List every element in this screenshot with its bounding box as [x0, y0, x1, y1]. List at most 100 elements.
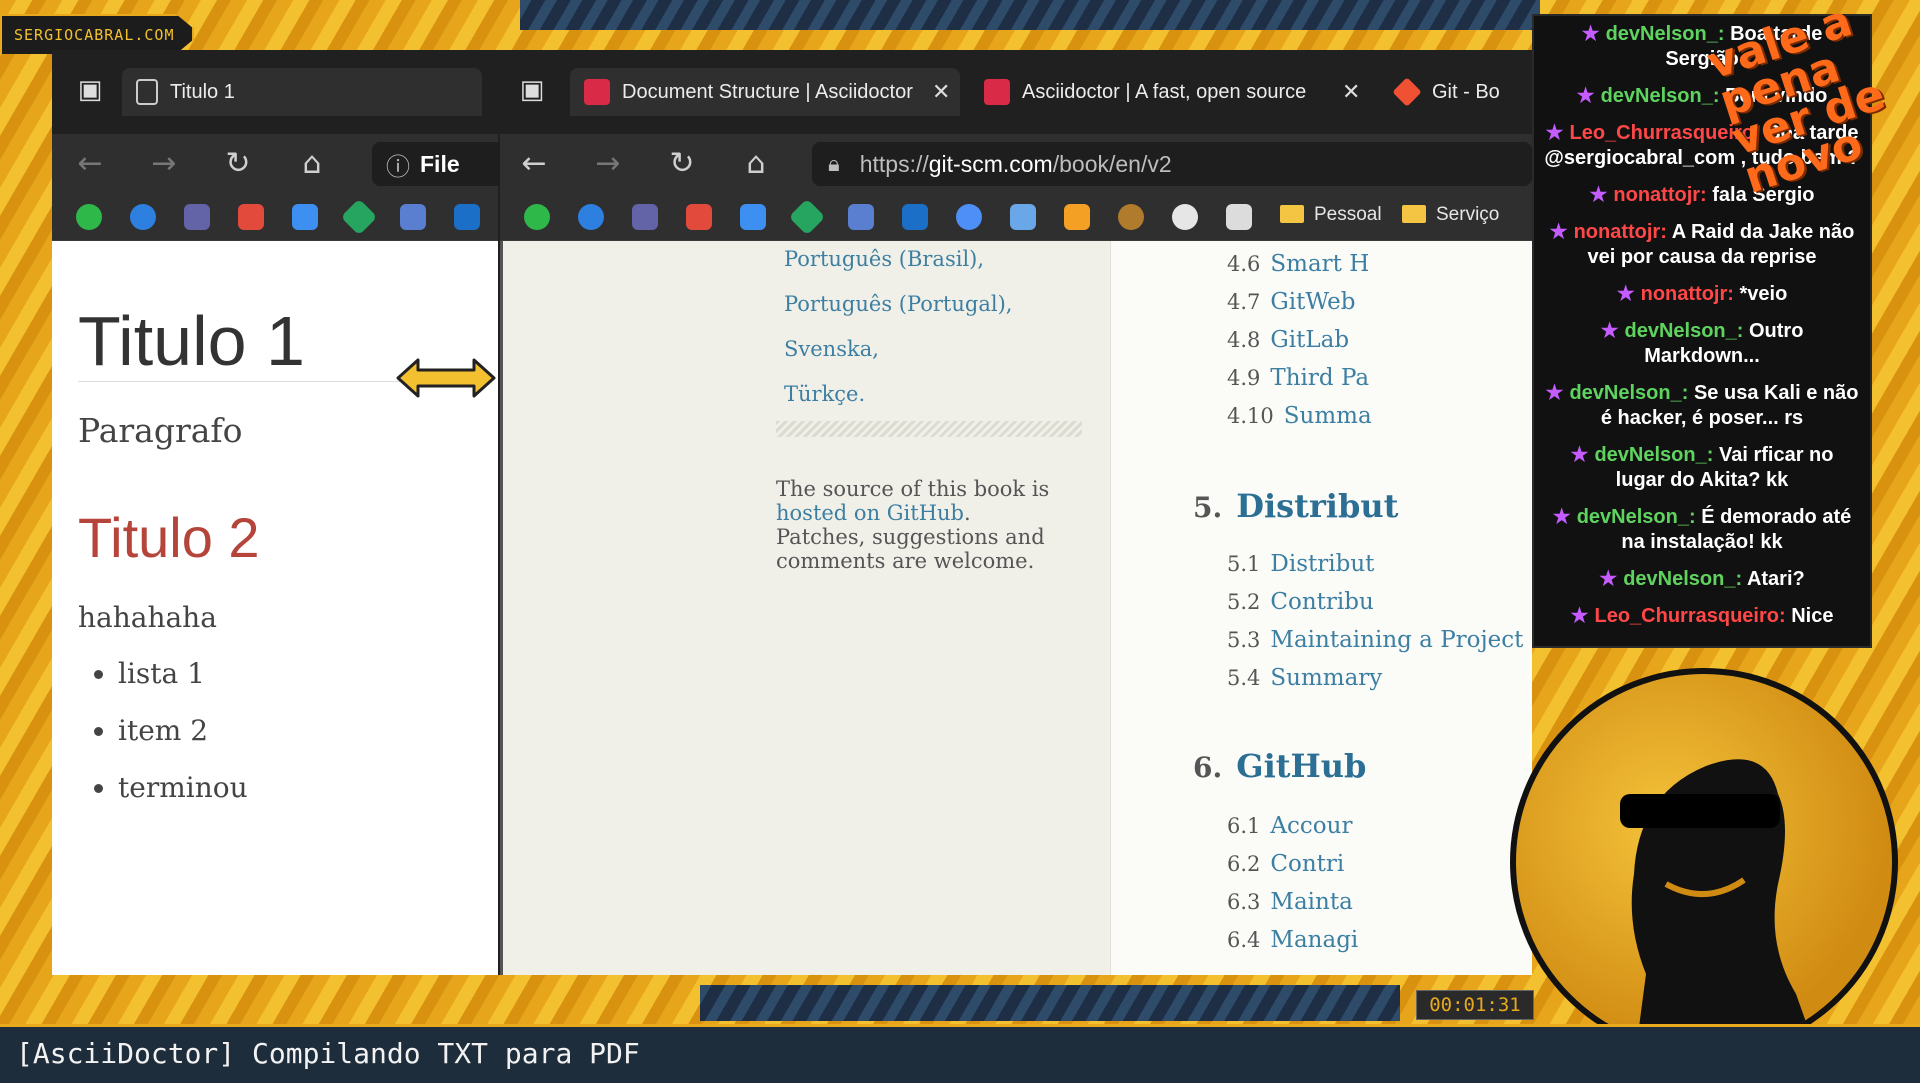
chat-text: Atari? [1746, 568, 1805, 590]
source-line2: Patches, suggestions and comments are we… [776, 525, 1045, 573]
url-scheme: https:// [859, 150, 929, 177]
toc-item[interactable]: 6.4 Managi [1227, 927, 1358, 953]
site-tag-text: SERGIOCABRAL.COM [14, 26, 175, 44]
outlook-icon[interactable] [454, 204, 480, 230]
toc-item[interactable]: 6.2 Contri [1227, 851, 1344, 877]
tab-actions-icon[interactable]: ▣ [514, 74, 550, 106]
tab-document-structure[interactable]: Document Structure | Asciidoctor ✕ [570, 68, 960, 116]
reload-icon[interactable]: ↻ [220, 146, 256, 182]
feedly-icon[interactable] [340, 198, 378, 236]
close-icon[interactable]: ✕ [1342, 79, 1360, 105]
back-icon[interactable]: ← [72, 146, 108, 182]
document-icon [136, 79, 158, 105]
store-icon[interactable] [1010, 204, 1036, 230]
left-nav-bar: ← → ↻ ⌂ ⓘ File [52, 134, 512, 194]
toc-item[interactable]: 6.3 Mainta [1227, 889, 1353, 915]
chat-user: nonattojr: [1573, 221, 1667, 243]
bubble-icon[interactable] [956, 204, 982, 230]
left-browser-window: ▣ Titulo 1 ← → ↻ ⌂ ⓘ File Titulo 1 Parag… [52, 50, 512, 975]
chat-message: ★ nonattojr: A Raid da Jake não vei por c… [1534, 214, 1870, 276]
star-icon: ★ [1599, 568, 1618, 590]
tab-git-book[interactable]: Git - Bo [1380, 68, 1532, 116]
chat-message: ★ Leo_Churrasqueiro: Nice [1534, 598, 1870, 635]
extension-icon[interactable] [1118, 204, 1144, 230]
address-bar[interactable]: ⓘ File [372, 142, 512, 186]
chat-message: ★ devNelson_: Atari? [1534, 561, 1870, 598]
bookmark-folder-servicos[interactable]: Serviço [1402, 204, 1499, 226]
feedly-icon[interactable] [788, 198, 826, 236]
chat-text: Nice [1791, 605, 1834, 627]
close-icon[interactable]: ✕ [932, 79, 950, 105]
jw-icon[interactable] [1064, 204, 1090, 230]
asciidoctor-icon [584, 79, 610, 105]
bookmark-folder-pessoal[interactable]: Pessoal [1280, 204, 1382, 226]
chat-message: ★ devNelson_: Se usa Kali e não é hacker,… [1534, 375, 1870, 437]
toc-item[interactable]: 4.9 Third Pa [1227, 365, 1369, 391]
lock-icon: 🔒︎ [828, 151, 840, 176]
window-split-divider[interactable] [500, 241, 503, 975]
toc-item[interactable]: 4.6 Smart H [1227, 251, 1369, 277]
tab-titulo[interactable]: Titulo 1 [122, 68, 482, 116]
folder-icon [1402, 205, 1426, 223]
toc-item[interactable]: 4.8 GitLab [1227, 327, 1349, 353]
toc-item[interactable]: 5.2 Contribu [1227, 589, 1374, 615]
toc-chapter-6[interactable]: 6. GitHub [1193, 747, 1366, 785]
toc-item[interactable]: 5.4 Summary [1227, 665, 1382, 691]
source-note: The source of this book is hosted on Git… [776, 477, 1076, 573]
git-icon [1392, 77, 1422, 107]
chat-message: ★ devNelson_: Outro Markdown... [1534, 313, 1870, 375]
outlook-icon[interactable] [902, 204, 928, 230]
toc-chapter-5[interactable]: 5. Distribut [1193, 487, 1398, 525]
address-bar[interactable]: 🔒︎ https://git-scm.com/book/en/v2 [812, 142, 1532, 186]
git-book-page: Português (Brasil), Português (Portugal)… [500, 241, 1532, 975]
tab-actions-icon[interactable]: ▣ [72, 74, 108, 106]
star-icon: ★ [1581, 23, 1600, 45]
home-icon[interactable]: ⌂ [738, 146, 774, 182]
language-link[interactable]: Português (Portugal), [784, 292, 1012, 316]
toc-item[interactable]: 4.7 GitWeb [1227, 289, 1355, 315]
whatsapp-icon[interactable] [524, 204, 550, 230]
url-path: /book/en/v2 [1052, 150, 1172, 177]
left-page-content: Titulo 1 Paragrafo Titulo 2 hahahaha lis… [52, 241, 498, 975]
rss-icon[interactable] [848, 204, 874, 230]
whatsapp-icon[interactable] [76, 204, 102, 230]
tab-asciidoctor[interactable]: Asciidoctor | A fast, open source ✕ [970, 68, 1370, 116]
frame-stripe-bottom [700, 985, 1400, 1021]
toc-item[interactable]: 4.10 Summa [1227, 403, 1372, 429]
back-icon[interactable]: ← [516, 146, 552, 182]
paragraph-2: hahahaha [78, 601, 217, 634]
home-icon[interactable]: ⌂ [294, 146, 330, 182]
app-icon[interactable] [1226, 204, 1252, 230]
calendar-icon[interactable] [740, 204, 766, 230]
toc-item[interactable]: 5.3 Maintaining a Project [1227, 627, 1523, 653]
chat-user: devNelson_: [1600, 85, 1720, 107]
reload-icon[interactable]: ↻ [664, 146, 700, 182]
forward-icon[interactable]: → [146, 146, 182, 182]
tab-label: Git - Bo [1432, 80, 1500, 103]
github-link[interactable]: hosted on GitHub [776, 501, 964, 525]
calendar-icon[interactable] [292, 204, 318, 230]
star-icon: ★ [1549, 221, 1568, 243]
star-icon: ★ [1600, 320, 1619, 342]
chat-message: ★ devNelson_: Vai rficar no lugar do Akit… [1534, 437, 1870, 499]
language-link[interactable]: Português (Brasil), [784, 247, 984, 271]
chat-icon[interactable] [130, 204, 156, 230]
star-icon: ★ [1570, 605, 1589, 627]
forward-icon[interactable]: → [590, 146, 626, 182]
toc-item[interactable]: 5.1 Distribut [1227, 551, 1374, 577]
star-icon: ★ [1589, 184, 1608, 206]
language-link[interactable]: Svenska, [784, 337, 879, 361]
rss-icon[interactable] [400, 204, 426, 230]
chat-icon[interactable] [578, 204, 604, 230]
gmail-icon[interactable] [686, 204, 712, 230]
language-link[interactable]: Türkçe. [784, 382, 865, 406]
toc-item[interactable]: 6.1 Accour [1227, 813, 1352, 839]
gmail-icon[interactable] [238, 204, 264, 230]
github-icon[interactable] [1172, 204, 1198, 230]
stream-timer: 00:01:31 [1416, 990, 1534, 1020]
teams-icon[interactable] [632, 204, 658, 230]
resize-arrow-icon[interactable] [396, 358, 496, 398]
chat-user: nonattojr: [1640, 283, 1734, 305]
teams-icon[interactable] [184, 204, 210, 230]
frame-stripe-top [520, 0, 1540, 30]
